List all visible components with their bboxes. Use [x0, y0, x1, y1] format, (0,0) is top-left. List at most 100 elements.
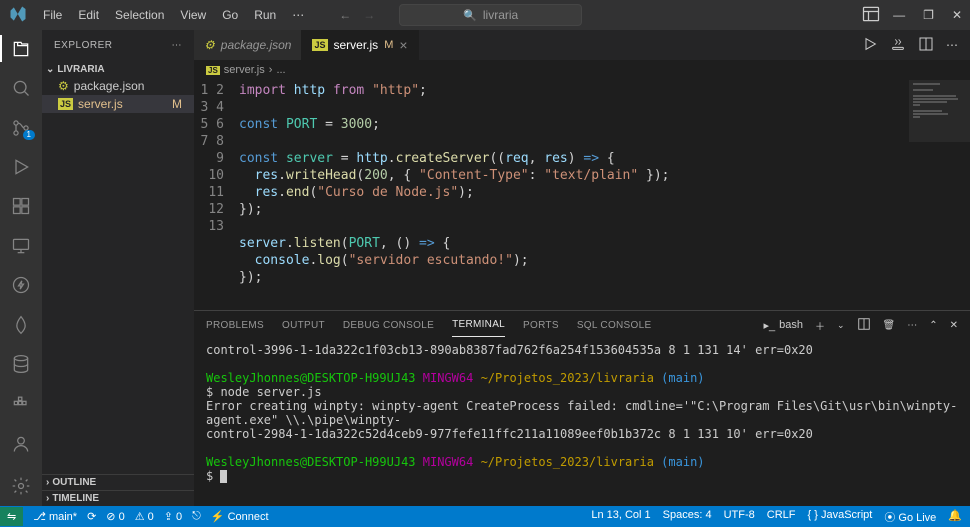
menu-go[interactable]: Go	[215, 4, 245, 26]
term-env: MINGW64	[416, 371, 481, 385]
mongodb-icon[interactable]	[9, 314, 33, 335]
json-file-icon: ⚙	[58, 79, 69, 93]
docker-icon[interactable]	[9, 393, 33, 414]
status-connect[interactable]: ⚡ Connect	[211, 510, 269, 523]
status-encoding[interactable]: UTF-8	[724, 509, 755, 525]
panel-tab-debug[interactable]: DEBUG CONSOLE	[343, 314, 434, 337]
database-icon[interactable]	[9, 353, 33, 374]
terminal-cursor	[220, 470, 227, 483]
panel-tab-problems[interactable]: PROBLEMS	[206, 314, 264, 337]
term-host: DESKTOP-H99UJ43	[307, 455, 415, 469]
status-notifications-icon[interactable]: 🔔	[948, 509, 962, 525]
breadcrumb[interactable]: JS server.js › ...	[194, 60, 970, 80]
chevron-right-icon: ›	[46, 493, 49, 504]
sidebar-title: EXPLORER	[54, 40, 112, 51]
debug-run-icon[interactable]	[890, 36, 906, 55]
close-panel-icon[interactable]: ✕	[950, 320, 958, 331]
titlebar: File Edit Selection View Go Run ⋯ ← → 🔍 …	[0, 0, 970, 30]
remote-indicator[interactable]: ⇋	[0, 507, 23, 526]
run-debug-icon[interactable]	[9, 156, 33, 177]
term-user: WesleyJhonnes@	[206, 455, 307, 469]
panel-tab-terminal[interactable]: TERMINAL	[452, 313, 505, 337]
bottom-panel: PROBLEMS OUTPUT DEBUG CONSOLE TERMINAL P…	[194, 310, 970, 506]
editor-area: ⚙ package.json JS server.js M × ⋯ JS ser…	[194, 30, 970, 506]
panel-tab-ports[interactable]: PORTS	[523, 314, 559, 337]
menu-selection[interactable]: Selection	[108, 4, 171, 26]
account-icon[interactable]	[9, 432, 33, 456]
maximize-icon[interactable]: ❐	[923, 8, 934, 22]
settings-gear-icon[interactable]	[9, 474, 33, 498]
kill-terminal-icon[interactable]: 🗑	[883, 320, 896, 331]
thunder-icon[interactable]	[9, 274, 33, 295]
split-editor-icon[interactable]	[918, 36, 934, 55]
run-file-icon[interactable]	[862, 36, 878, 55]
remote-explorer-icon[interactable]	[9, 235, 33, 256]
layout-toggle-icon[interactable]	[861, 4, 881, 27]
timeline-section[interactable]: › TIMELINE	[42, 490, 194, 506]
panel-more-icon[interactable]: ⋯	[907, 320, 917, 331]
connect-label: Connect	[228, 511, 269, 523]
file-server-js[interactable]: JS server.js M	[42, 95, 194, 113]
statusbar: ⇋ ⎇ main* ⟳ ⊘ 0 ⚠ 0 ⇪ 0 ⎋ ⚡ Connect Ln 1…	[0, 506, 970, 527]
scm-icon[interactable]: 1	[9, 117, 33, 138]
status-branch[interactable]: ⎇ main*	[33, 510, 77, 523]
tab-label: server.js	[334, 38, 379, 52]
menu-more-icon[interactable]: ⋯	[285, 4, 311, 26]
panel-tab-sql[interactable]: SQL CONSOLE	[577, 314, 652, 337]
nav-fwd-icon[interactable]: →	[363, 8, 375, 22]
breadcrumb-rest: ...	[276, 64, 285, 76]
nav-back-icon[interactable]: ←	[339, 8, 351, 22]
term-env: MINGW64	[416, 455, 481, 469]
tab-modified-indicator: M	[384, 39, 393, 51]
explorer-icon[interactable]	[9, 38, 33, 59]
terminal-content[interactable]: control-3996-1-1da322c1f03cb13-890ab8387…	[194, 339, 970, 506]
sidebar-more-icon[interactable]: ⋯	[172, 40, 183, 51]
terminal-dropdown-icon[interactable]: ⌄	[837, 320, 845, 331]
status-ports[interactable]: ⇪ 0	[164, 510, 182, 523]
chevron-down-icon: ⌄	[46, 64, 54, 75]
status-errors[interactable]: ⊘ 0	[106, 510, 124, 523]
project-section-header[interactable]: ⌄ LIVRARIA	[42, 62, 194, 77]
tab-package-json[interactable]: ⚙ package.json	[194, 30, 302, 60]
split-terminal-icon[interactable]	[857, 317, 871, 334]
minimize-icon[interactable]: ―	[893, 8, 905, 22]
menu-view[interactable]: View	[173, 4, 213, 26]
menu-run[interactable]: Run	[247, 4, 283, 26]
new-terminal-icon[interactable]: ＋	[815, 318, 825, 333]
code-editor[interactable]: 1 2 3 4 5 6 7 8 9 10 11 12 13 import htt…	[194, 80, 970, 310]
outline-label: OUTLINE	[52, 477, 96, 488]
status-linecol[interactable]: Ln 13, Col 1	[591, 509, 650, 525]
js-file-icon: JS	[312, 39, 327, 51]
terminal-profile-selector[interactable]: ▸_ bash	[763, 319, 803, 332]
status-sync[interactable]: ⟳	[87, 510, 96, 523]
menubar: File Edit Selection View Go Run ⋯	[36, 4, 311, 26]
extensions-icon[interactable]	[9, 196, 33, 217]
menu-edit[interactable]: Edit	[71, 4, 106, 26]
menu-file[interactable]: File	[36, 4, 69, 26]
chevron-right-icon: ›	[46, 477, 49, 488]
tab-close-icon[interactable]: ×	[399, 37, 407, 53]
command-center[interactable]: 🔍 livraria	[399, 4, 582, 26]
breadcrumb-sep: ›	[269, 64, 273, 76]
editor-more-icon[interactable]: ⋯	[946, 38, 958, 52]
status-eol[interactable]: CRLF	[767, 509, 796, 525]
code-content[interactable]: import http from "http"; const PORT = 30…	[238, 80, 908, 310]
status-wsl-icon[interactable]: ⎋	[192, 510, 201, 523]
term-error: Error creating winpty: winpty-agent Crea…	[206, 399, 957, 427]
tab-server-js[interactable]: JS server.js M ×	[302, 30, 418, 60]
gutter: 1 2 3 4 5 6 7 8 9 10 11 12 13	[194, 80, 238, 310]
activitybar: 1	[0, 30, 42, 506]
status-language[interactable]: { } JavaScript	[808, 509, 873, 525]
status-golive[interactable]: ⦿ Go Live	[884, 509, 936, 525]
term-command: $ node server.js	[206, 385, 322, 399]
minimap[interactable]	[908, 80, 970, 310]
status-spaces[interactable]: Spaces: 4	[663, 509, 712, 525]
file-package-json[interactable]: ⚙ package.json	[42, 77, 194, 95]
outline-section[interactable]: › OUTLINE	[42, 474, 194, 490]
close-window-icon[interactable]: ✕	[952, 8, 962, 22]
maximize-panel-icon[interactable]: ⌃	[929, 320, 937, 331]
panel-tab-output[interactable]: OUTPUT	[282, 314, 325, 337]
search-activity-icon[interactable]	[9, 77, 33, 98]
status-warnings[interactable]: ⚠ 0	[135, 510, 154, 523]
term-branch: (main)	[654, 371, 705, 385]
